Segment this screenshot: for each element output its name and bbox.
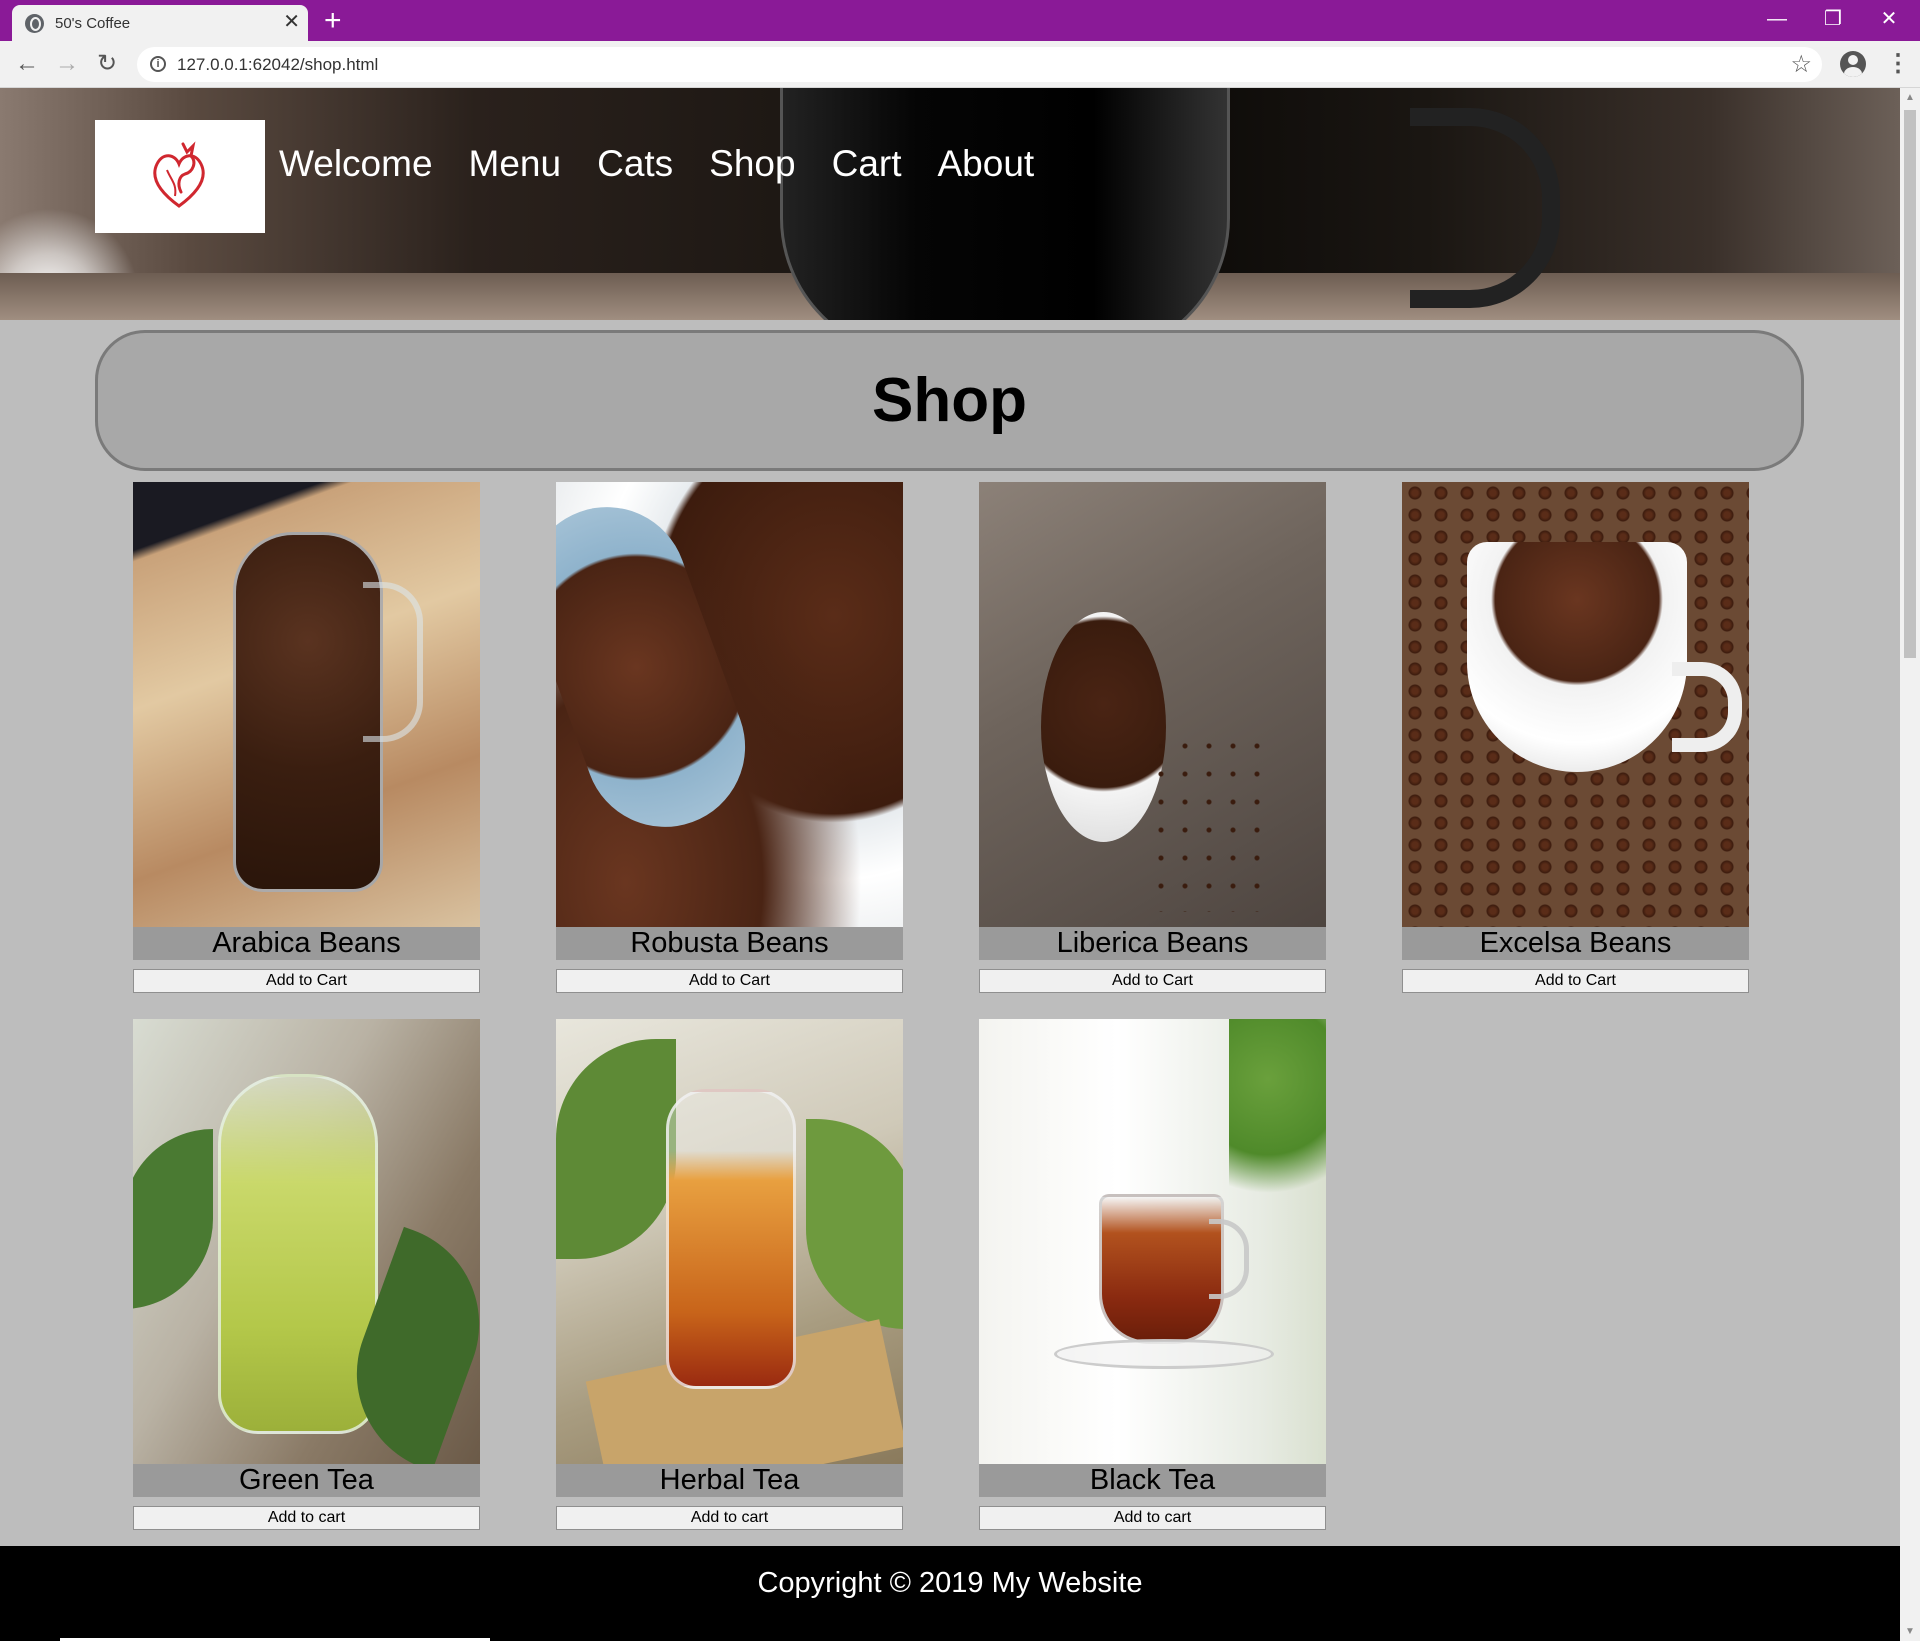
nav-link-about[interactable]: About [938,143,1035,185]
product-name: Robusta Beans [556,927,903,960]
product-name: Excelsa Beans [1402,927,1749,960]
add-to-cart-button[interactable]: Add to Cart [1402,969,1749,993]
product-card: Liberica Beans Add to Cart [979,482,1326,993]
product-name: Black Tea [979,1464,1326,1497]
product-photo-arabica[interactable] [133,482,480,927]
product-card: Green Tea Add to cart [133,1019,480,1530]
copyright-text: Copyright © 2019 My Website [757,1567,1143,1599]
nav-link-menu[interactable]: Menu [469,143,562,185]
account-icon[interactable] [1840,51,1866,77]
url-text[interactable]: 127.0.0.1:62042/shop.html [177,55,378,75]
product-card: Herbal Tea Add to cart [556,1019,903,1530]
close-window-button[interactable]: ✕ [1864,4,1914,34]
hero-header: Welcome Menu Cats Shop Cart About [0,88,1900,320]
product-name: Liberica Beans [979,927,1326,960]
product-photo-liberica[interactable] [979,482,1326,927]
scroll-down-arrow-icon[interactable]: ▼ [1900,1626,1920,1637]
product-card: Arabica Beans Add to Cart [133,482,480,993]
page-viewport: Welcome Menu Cats Shop Cart About Shop A… [0,88,1900,1641]
scroll-up-arrow-icon[interactable]: ▲ [1900,92,1920,103]
forward-button[interactable]: → [52,49,82,79]
globe-icon [25,14,44,33]
back-button[interactable]: ← [12,49,42,79]
add-to-cart-button[interactable]: Add to cart [556,1506,903,1530]
nav-link-shop[interactable]: Shop [709,143,795,185]
product-name: Arabica Beans [133,927,480,960]
product-photo-robusta[interactable] [556,482,903,927]
add-to-cart-button[interactable]: Add to Cart [556,969,903,993]
info-icon[interactable]: i [150,56,166,72]
site-logo[interactable] [95,120,265,233]
page-title: Shop [872,366,1027,435]
new-tab-button[interactable]: + [324,4,342,38]
nav-link-cart[interactable]: Cart [832,143,902,185]
product-name: Green Tea [133,1464,480,1497]
nav-link-welcome[interactable]: Welcome [279,143,433,185]
menu-kebab-icon[interactable]: ⋮ [1886,49,1910,79]
product-grid: Arabica Beans Add to Cart Robusta Beans … [0,482,1900,1582]
site-footer: Copyright © 2019 My Website [0,1546,1900,1641]
main-navigation: Welcome Menu Cats Shop Cart About [279,143,1034,185]
browser-titlebar: 50's Coffee ✕ + — ❐ ✕ [0,0,1920,41]
tab-title: 50's Coffee [55,15,131,32]
product-photo-excelsa[interactable] [1402,482,1749,927]
browser-toolbar: ← → ↻ i 127.0.0.1:62042/shop.html ☆ ⋮ [0,41,1920,88]
product-card: Robusta Beans Add to Cart [556,482,903,993]
add-to-cart-button[interactable]: Add to cart [979,1506,1326,1530]
tab-close-icon[interactable]: ✕ [283,11,300,33]
vertical-scrollbar[interactable]: ▲ ▼ [1900,88,1920,1641]
product-photo-black-tea[interactable] [979,1019,1326,1464]
product-photo-herbal-tea[interactable] [556,1019,903,1464]
nav-link-cats[interactable]: Cats [597,143,673,185]
add-to-cart-button[interactable]: Add to cart [133,1506,480,1530]
product-name: Herbal Tea [556,1464,903,1497]
minimize-button[interactable]: — [1752,4,1802,34]
product-photo-green-tea[interactable] [133,1019,480,1464]
restore-button[interactable]: ❐ [1808,4,1858,34]
scroll-thumb[interactable] [1904,110,1916,658]
product-card: Black Tea Add to cart [979,1019,1326,1530]
bookmark-star-icon[interactable]: ☆ [1790,50,1812,79]
add-to-cart-button[interactable]: Add to Cart [133,969,480,993]
add-to-cart-button[interactable]: Add to Cart [979,969,1326,993]
shop-title-banner: Shop [95,330,1804,471]
cat-heart-logo-icon [153,141,205,208]
address-bar[interactable]: i 127.0.0.1:62042/shop.html ☆ [137,47,1822,82]
product-card: Excelsa Beans Add to Cart [1402,482,1749,993]
hero-coffee-cup [780,88,1230,320]
browser-tab[interactable]: 50's Coffee ✕ [12,5,308,41]
reload-button[interactable]: ↻ [92,49,122,79]
